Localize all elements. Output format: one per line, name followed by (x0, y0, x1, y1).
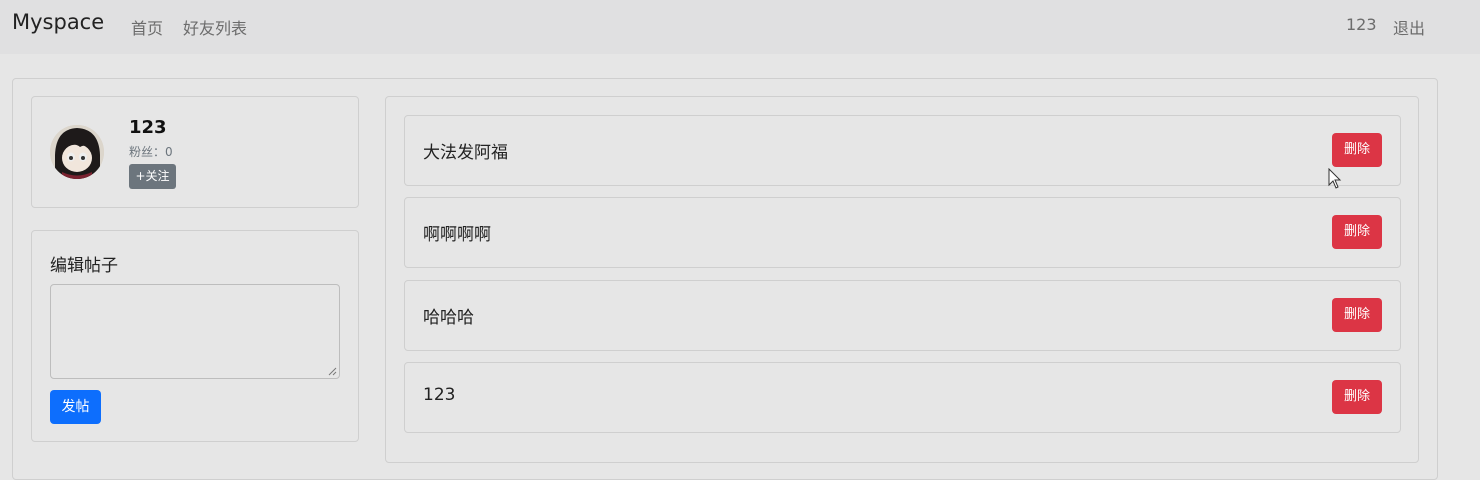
post-item: 哈哈哈 删除 (404, 280, 1401, 351)
nav-link-friends[interactable]: 好友列表 (183, 15, 247, 39)
submit-post-button[interactable]: 发帖 (50, 390, 101, 424)
editor-card: 编辑帖子 发帖 (31, 230, 359, 442)
brand-logo[interactable]: Myspace (12, 10, 104, 34)
delete-post-button[interactable]: 删除 (1332, 133, 1382, 167)
resize-handle-icon[interactable] (328, 367, 337, 376)
profile-username: 123 (129, 117, 167, 138)
post-content: 大法发阿福 (423, 143, 508, 163)
nav-link-home[interactable]: 首页 (131, 15, 163, 39)
delete-post-button[interactable]: 删除 (1332, 380, 1382, 414)
delete-post-button[interactable]: 删除 (1332, 298, 1382, 332)
post-item: 大法发阿福 删除 (404, 115, 1401, 186)
editor-title: 编辑帖子 (50, 256, 118, 276)
post-content: 啊啊啊啊 (423, 225, 491, 245)
post-content: 哈哈哈 (423, 308, 474, 328)
user-avatar-icon[interactable] (50, 125, 104, 179)
post-content: 123 (423, 385, 456, 405)
post-content-textarea[interactable] (50, 284, 340, 379)
post-item: 123 删除 (404, 362, 1401, 433)
fans-count: 粉丝：0 (129, 145, 173, 159)
delete-post-button[interactable]: 删除 (1332, 215, 1382, 249)
follow-button[interactable]: +关注 (129, 164, 176, 189)
post-item: 啊啊啊啊 删除 (404, 197, 1401, 268)
posts-card: 大法发阿福 删除 啊啊啊啊 删除 哈哈哈 删除 123 删除 (385, 96, 1419, 463)
navbar: Myspace 首页 好友列表 123 退出 (0, 0, 1480, 54)
profile-card: 123 粉丝：0 +关注 (31, 96, 359, 208)
main-container: 123 粉丝：0 +关注 编辑帖子 发帖 大法发阿福 删除 啊啊啊啊 删除 哈哈… (12, 78, 1438, 480)
nav-username[interactable]: 123 (1346, 15, 1377, 34)
mouse-cursor-icon (1328, 168, 1342, 189)
nav-logout[interactable]: 退出 (1393, 15, 1425, 39)
